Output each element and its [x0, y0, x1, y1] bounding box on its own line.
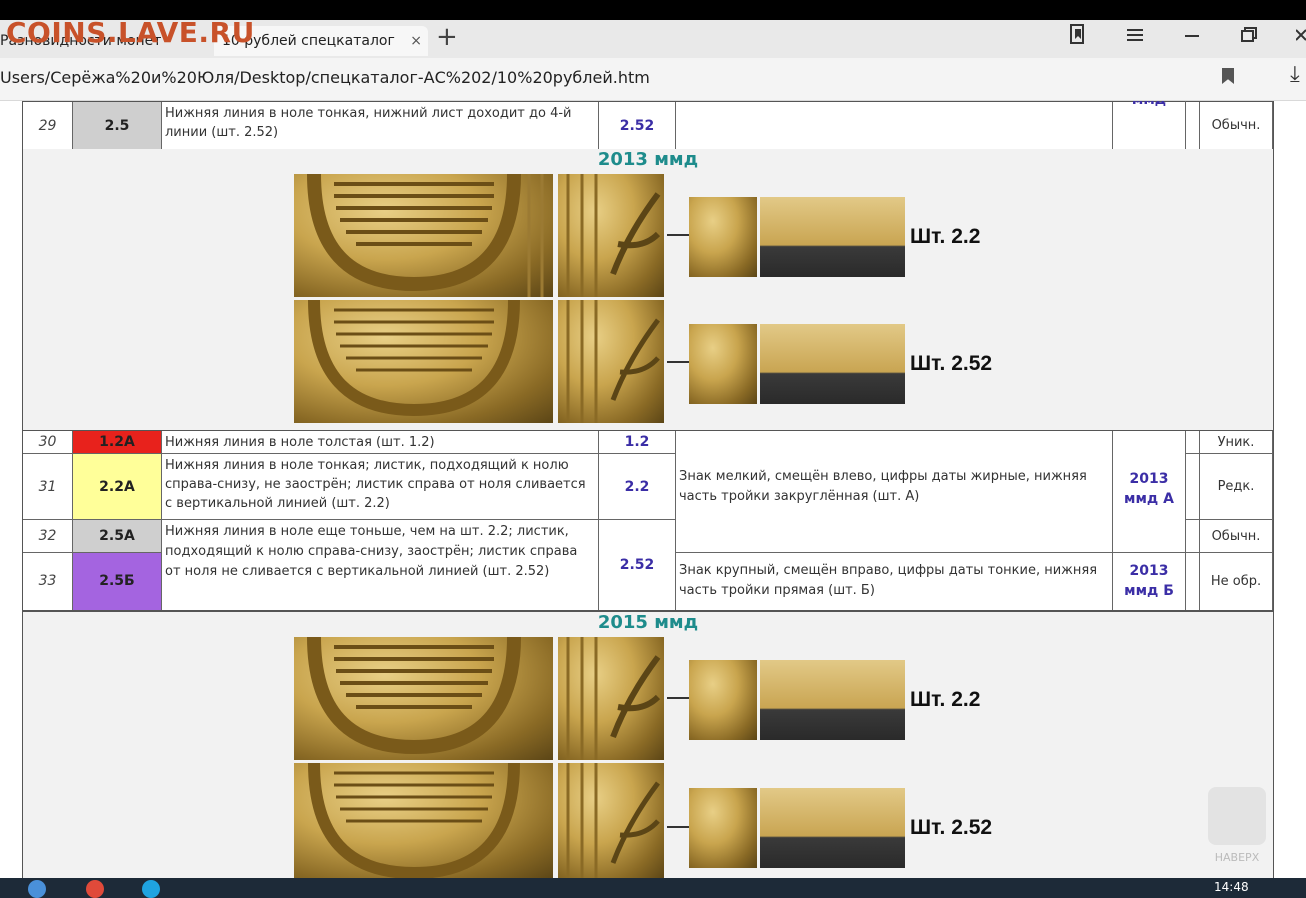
variety-code: 2.5Б [73, 553, 162, 610]
connector-line [667, 234, 689, 236]
coin-leaf-photo [558, 174, 664, 297]
die-label: Шт. 2.2 [910, 225, 981, 248]
connector-line [667, 826, 689, 828]
mint: ммд Б [1124, 583, 1174, 599]
variety-code: 1.2А [73, 431, 162, 454]
variety-description: Нижняя линия в ноле тонкая, нижний лист … [162, 102, 599, 150]
rarity: Редк. [1200, 454, 1273, 520]
section-2013: 2013 ммд Шт. 2.2 Шт. 2.52 [22, 149, 1274, 430]
connector-line [667, 697, 689, 699]
connector-line [667, 361, 689, 363]
die-label: Шт. 2.2 [910, 688, 981, 711]
section-title: 2013 ммд [597, 149, 699, 170]
restore-icon[interactable] [1240, 24, 1258, 50]
spacer-cell [1186, 520, 1200, 553]
coin-zero-photo [294, 300, 553, 423]
year-mint: 2013 ммд А [1113, 431, 1186, 553]
rarity: Не обр. [1200, 553, 1273, 610]
die-edge-photo [760, 660, 905, 740]
variety-code: 2.2А [73, 454, 162, 520]
die-link[interactable]: 2.52 [599, 520, 676, 610]
section-title: 2015 ммд [597, 612, 699, 633]
year-mint: 2013 ммд Б [1113, 553, 1186, 610]
section-2015: 2015 ммд Шт. 2.2 Шт. 2.52 [22, 611, 1274, 878]
new-tab-button[interactable]: + [436, 22, 458, 52]
minimize-icon[interactable] [1184, 24, 1200, 50]
year-mint: ммд [1113, 101, 1186, 150]
coin-leaf-photo [558, 637, 664, 760]
row-number: 30 [23, 431, 73, 454]
menu-icon[interactable] [1126, 24, 1144, 50]
skype-icon[interactable] [142, 880, 160, 898]
variety-description: Нижняя линия в ноле толстая (шт. 1.2) [162, 431, 599, 454]
coin-zero-photo [294, 174, 553, 297]
coin-leaf-photo [558, 300, 664, 423]
die-label: Шт. 2.52 [910, 352, 993, 375]
download-icon[interactable]: ⤓ [1290, 62, 1300, 87]
die-edge-photo [760, 324, 905, 404]
chrome-icon[interactable] [86, 880, 104, 898]
rarity: Обычн. [1200, 102, 1273, 150]
close-icon[interactable]: × [410, 26, 422, 56]
url-text[interactable]: Users/Серёжа%20и%20Юля/Desktop/спецкатал… [0, 68, 650, 87]
spacer-cell [1186, 454, 1200, 520]
die-detail-photo [689, 324, 757, 404]
watermark: COINS.LAVE.RU [6, 16, 255, 49]
clock: 14:48 [1214, 880, 1249, 894]
rarity: Обычн. [1200, 520, 1273, 553]
sign-description: Знак мелкий, смещён влево, цифры даты жи… [676, 431, 1113, 553]
die-detail-photo [689, 197, 757, 277]
spacer-cell [1186, 553, 1200, 610]
row-number: 32 [23, 520, 73, 553]
die-link[interactable]: 2.2 [599, 454, 676, 520]
die-label: Шт. 2.52 [910, 816, 993, 839]
close-window-icon[interactable] [1295, 24, 1306, 50]
taskbar: 14:48 [0, 878, 1306, 898]
row-number: 31 [23, 454, 73, 520]
mint: ммд А [1124, 491, 1174, 507]
page-content: 29 2.5 Нижняя линия в ноле тонкая, нижни… [0, 101, 1306, 878]
die-link[interactable]: 1.2 [599, 431, 676, 454]
variety-code: 2.5 [73, 102, 162, 150]
coin-zero-photo [294, 637, 553, 760]
year: 2013 [1129, 563, 1169, 579]
die-detail-photo [689, 788, 757, 868]
year: 2013 [1129, 471, 1169, 487]
scroll-to-top-button[interactable] [1208, 787, 1266, 845]
coin-leaf-photo [558, 763, 664, 878]
row-number: 33 [23, 553, 73, 610]
table-row-29: 29 2.5 Нижняя линия в ноле тонкая, нижни… [22, 101, 1274, 150]
address-bar[interactable]: Users/Серёжа%20и%20Юля/Desktop/спецкатал… [0, 58, 1306, 101]
variety-description: Нижняя линия в ноле тонкая; листик, подх… [162, 454, 599, 520]
spacer-cell [1186, 102, 1200, 150]
variety-description: Нижняя линия в ноле еще тоньше, чем на ш… [162, 520, 599, 610]
row-number: 29 [23, 102, 73, 150]
coin-zero-photo [294, 763, 553, 878]
table-rows-30-33: 30 1.2А Нижняя линия в ноле толстая (шт.… [22, 430, 1274, 611]
bookmark-icon[interactable] [1222, 68, 1234, 84]
rarity: Уник. [1200, 431, 1273, 454]
die-detail-photo [689, 660, 757, 740]
die-edge-photo [760, 197, 905, 277]
bluetooth-icon[interactable] [28, 880, 46, 898]
scroll-to-top-label[interactable]: НАВЕРХ [1202, 851, 1272, 864]
sign-description [676, 102, 1113, 150]
variety-code: 2.5А [73, 520, 162, 553]
bookmarks-manager-icon[interactable] [1068, 24, 1088, 52]
sign-description: Знак крупный, смещён вправо, цифры даты … [676, 553, 1113, 610]
die-link[interactable]: 2.52 [599, 102, 676, 150]
die-edge-photo [760, 788, 905, 868]
spacer-cell [1186, 431, 1200, 454]
